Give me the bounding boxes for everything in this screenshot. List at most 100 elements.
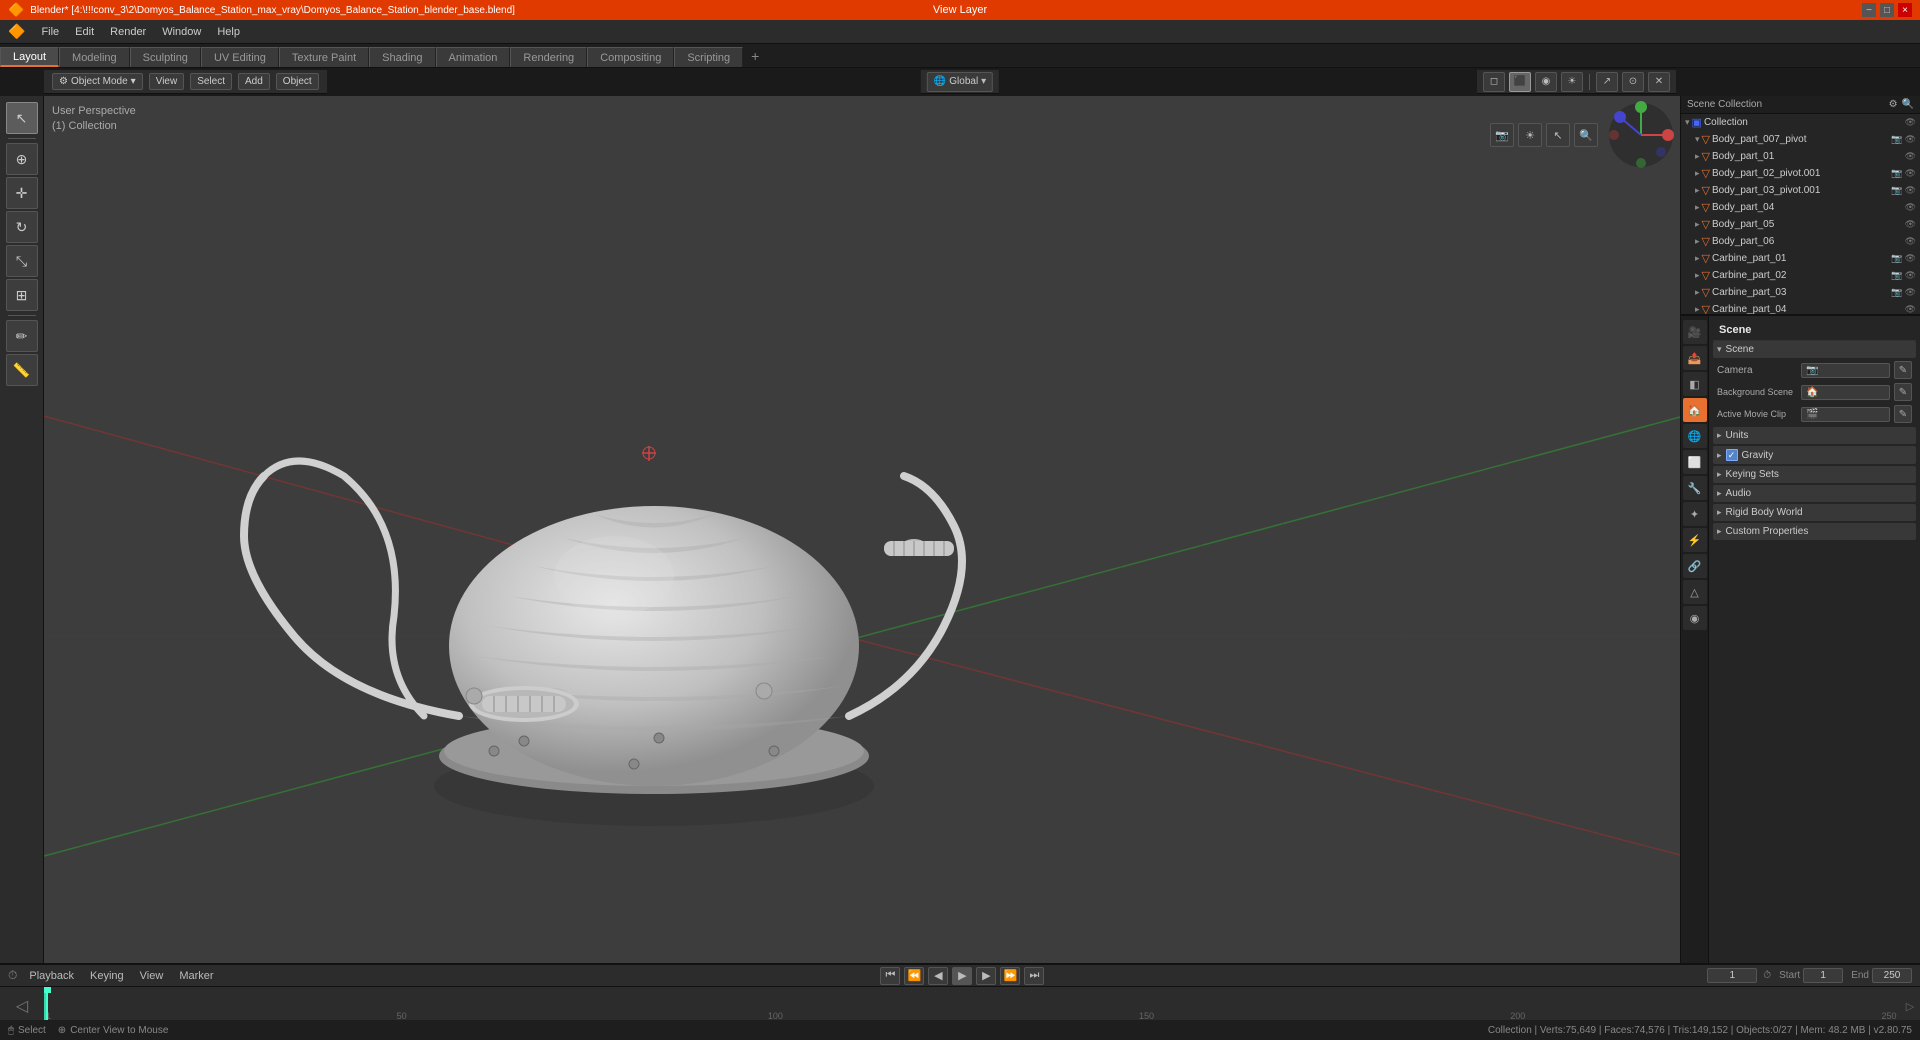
jump-to-next-keyframe-button[interactable]: ⏩ [1000,967,1020,985]
menu-blender[interactable]: 🔶 [0,20,33,43]
scene-section-header[interactable]: ▾ Scene [1713,341,1916,358]
visibility-icon[interactable]: 👁 [1905,117,1916,128]
transform-snap-button[interactable]: 🌐 Global ▾ [927,72,993,92]
tab-uv-editing[interactable]: UV Editing [201,47,279,67]
rotate-tool-button[interactable]: ↻ [6,211,38,243]
outliner-search-icon[interactable]: 🔍 [1902,99,1914,110]
tab-scripting[interactable]: Scripting [674,47,743,67]
move-tool-button[interactable]: ✛ [6,177,38,209]
active-movie-clip-value[interactable]: 🎬 [1801,407,1890,422]
timeline-playback-menu[interactable]: Playback [25,970,78,982]
gravity-checkbox[interactable]: ✓ [1726,449,1738,461]
menu-window[interactable]: Window [154,20,209,43]
cursor-icon-btn[interactable]: ↖ [1546,123,1570,147]
timeline-view-menu[interactable]: View [136,970,168,982]
scale-tool-button[interactable]: ⤡ [6,245,38,277]
object-properties-tab[interactable]: ⬜ [1683,450,1707,474]
outliner-item-carbine01[interactable]: ▸ ▽ Carbine_part_01 📷 👁 [1681,250,1920,267]
particles-properties-tab[interactable]: ✦ [1683,502,1707,526]
outliner-item-body06[interactable]: ▸ ▽ Body_part_06 👁 [1681,233,1920,250]
search-icon-btn[interactable]: 🔍 [1574,123,1598,147]
show-overlay-button[interactable]: ⊙ [1622,72,1644,92]
timeline-keying-menu[interactable]: Keying [86,970,128,982]
outliner-item-body01[interactable]: ▸ ▽ Body_part_01 👁 [1681,148,1920,165]
menu-render[interactable]: Render [102,20,154,43]
custom-properties-section-header[interactable]: ▸ Custom Properties [1713,523,1916,540]
outliner-item-collection[interactable]: ▾ ▣ Collection 👁 [1681,114,1920,131]
view-layer-properties-tab[interactable]: ◧ [1683,372,1707,396]
rigid-body-world-section-header[interactable]: ▸ Rigid Body World [1713,504,1916,521]
outliner-item-body02[interactable]: ▸ ▽ Body_part_02_pivot.001 📷 👁 [1681,165,1920,182]
modifier-properties-tab[interactable]: 🔧 [1683,476,1707,500]
view-menu-button[interactable]: View [149,73,185,90]
camera-prop-edit-icon[interactable]: ✎ [1894,361,1912,379]
audio-section-header[interactable]: ▸ Audio [1713,485,1916,502]
solid-shading-button[interactable]: ⬛ [1509,72,1531,92]
camera-restrict-icon[interactable]: 📷 [1891,287,1902,298]
tab-modeling[interactable]: Modeling [59,47,130,67]
outliner-item-carbine02[interactable]: ▸ ▽ Carbine_part_02 📷 👁 [1681,267,1920,284]
visibility-icon[interactable]: 👁 [1905,287,1916,298]
xray-button[interactable]: ✕ [1648,72,1670,92]
output-properties-tab[interactable]: 📤 [1683,346,1707,370]
step-forward-button[interactable]: ▶ [976,967,996,985]
minimize-button[interactable]: − [1862,3,1876,17]
title-bar-controls[interactable]: − □ × [1862,3,1912,17]
end-frame-input[interactable]: 250 [1872,968,1912,983]
object-menu-button[interactable]: Object [276,73,319,90]
camera-prop-value[interactable]: 📷 [1801,363,1890,378]
tab-rendering[interactable]: Rendering [510,47,587,67]
play-button[interactable]: ▶ [952,967,972,985]
scene-properties-tab[interactable]: 🏠 [1683,398,1707,422]
camera-icon-btn[interactable]: 📷 [1490,123,1514,147]
visibility-icon[interactable]: 👁 [1905,202,1916,213]
jump-to-start-button[interactable]: ⏮ [880,967,900,985]
transform-tool-button[interactable]: ⊞ [6,279,38,311]
rendered-shading-button[interactable]: ☀ [1561,72,1583,92]
tab-sculpting[interactable]: Sculpting [130,47,201,67]
data-properties-tab[interactable]: △ [1683,580,1707,604]
tab-shading[interactable]: Shading [369,47,435,67]
select-tool-button[interactable]: ↖ [6,102,38,134]
jump-to-prev-keyframe-button[interactable]: ⏪ [904,967,924,985]
units-section-header[interactable]: ▸ Units [1713,427,1916,444]
jump-to-end-button[interactable]: ⏭ [1024,967,1044,985]
camera-restrict-icon[interactable]: 📷 [1891,168,1902,179]
tab-animation[interactable]: Animation [436,47,511,67]
sun-icon-btn[interactable]: ☀ [1518,123,1542,147]
wireframe-shading-button[interactable]: ◻ [1483,72,1505,92]
add-menu-button[interactable]: Add [238,73,270,90]
3d-viewport[interactable]: User Perspective (1) Collection 📷 ☀ ↖ 🔍 [44,96,1680,963]
outliner-item-carbine04[interactable]: ▸ ▽ Carbine_part_04 👁 [1681,301,1920,316]
tab-texture-paint[interactable]: Texture Paint [279,47,369,67]
visibility-icon[interactable]: 👁 [1905,270,1916,281]
physics-properties-tab[interactable]: ⚡ [1683,528,1707,552]
start-frame-input[interactable]: 1 [1803,968,1843,983]
camera-restrict-icon[interactable]: 📷 [1891,185,1902,196]
visibility-icon[interactable]: 👁 [1905,168,1916,179]
visibility-icon[interactable]: 👁 [1905,304,1916,315]
step-back-button[interactable]: ◀ [928,967,948,985]
measure-tool-button[interactable]: 📏 [6,354,38,386]
viewport-canvas[interactable]: User Perspective (1) Collection 📷 ☀ ↖ 🔍 [44,96,1680,963]
maximize-button[interactable]: □ [1880,3,1894,17]
camera-restrict-icon[interactable]: 📷 [1891,134,1902,145]
world-properties-tab[interactable]: 🌐 [1683,424,1707,448]
visibility-icon[interactable]: 👁 [1905,236,1916,247]
frame-marker-handle[interactable] [44,987,51,993]
material-properties-tab[interactable]: ◉ [1683,606,1707,630]
outliner-item-body03[interactable]: ▸ ▽ Body_part_03_pivot.001 📷 👁 [1681,182,1920,199]
outliner-item-body05[interactable]: ▸ ▽ Body_part_05 👁 [1681,216,1920,233]
current-frame-input[interactable]: 1 [1707,968,1757,983]
outliner-item-carbine03[interactable]: ▸ ▽ Carbine_part_03 📷 👁 [1681,284,1920,301]
camera-restrict-icon[interactable]: 📷 [1891,270,1902,281]
show-gizmo-button[interactable]: ↗ [1596,72,1618,92]
constraints-properties-tab[interactable]: 🔗 [1683,554,1707,578]
visibility-icon[interactable]: 👁 [1905,151,1916,162]
material-shading-button[interactable]: ◉ [1535,72,1557,92]
cursor-tool-button[interactable]: ⊕ [6,143,38,175]
visibility-icon[interactable]: 👁 [1905,185,1916,196]
visibility-icon[interactable]: 👁 [1905,134,1916,145]
outliner-filter-icon[interactable]: ⚙ [1889,99,1898,110]
visibility-icon[interactable]: 👁 [1905,253,1916,264]
